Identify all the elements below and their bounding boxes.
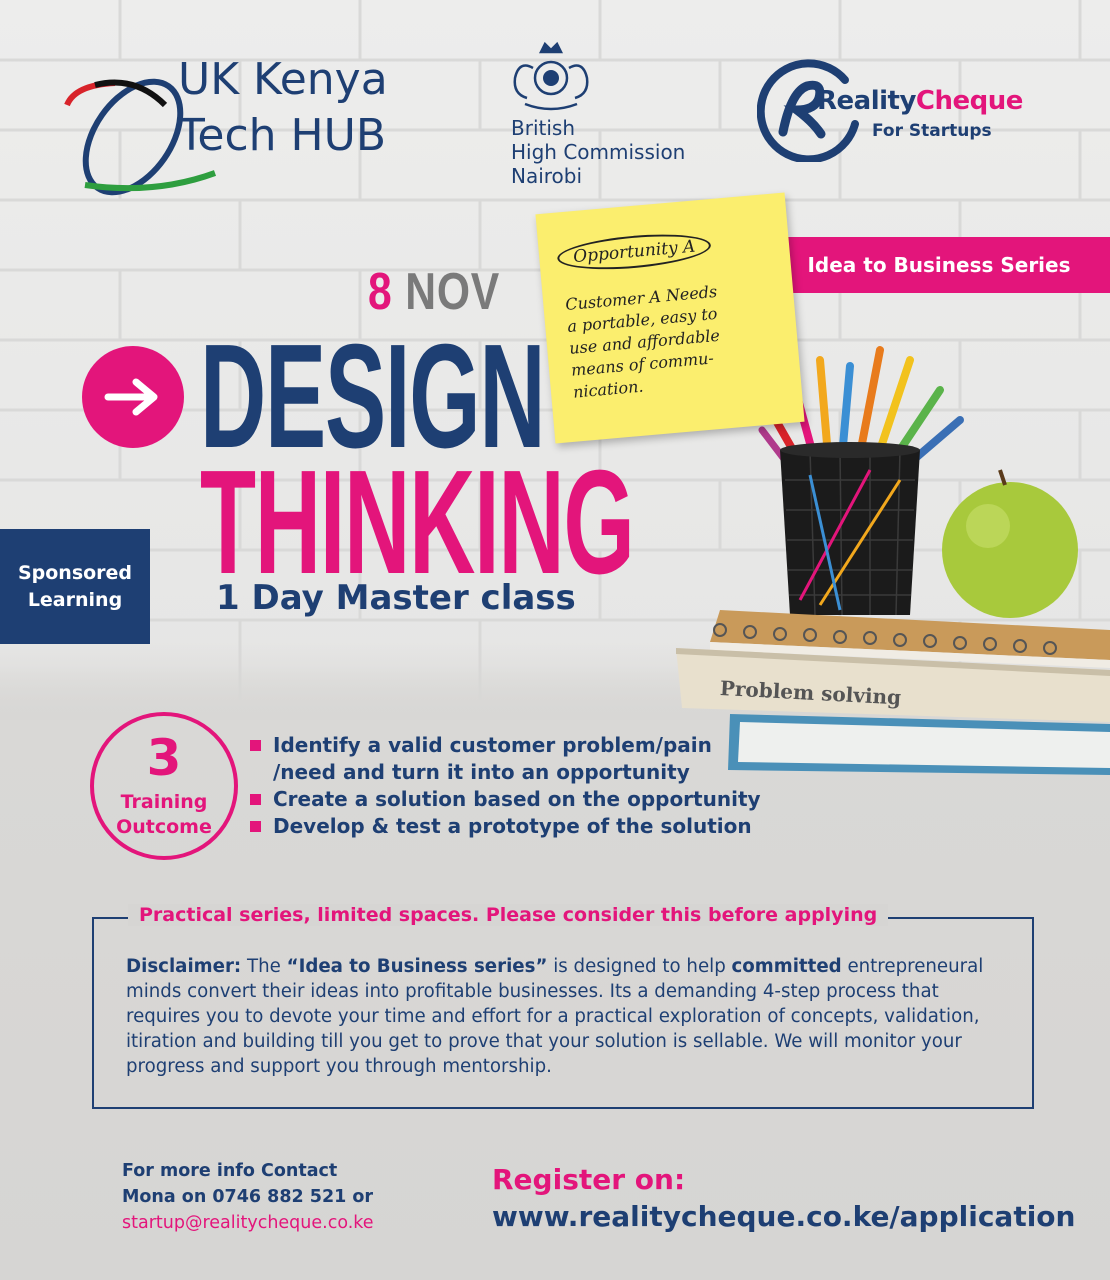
realitycheque-name-part1: Reality (817, 86, 916, 116)
event-poster: UK Kenya Tech HUB British High Commissio… (0, 0, 1110, 1280)
bullet-square-icon (250, 821, 261, 832)
sticky-note: Opportunity A Customer A Needs a portabl… (535, 192, 805, 444)
sponsored-line1: Sponsored (17, 561, 133, 584)
disclaimer-text-2: is designed to help (547, 956, 732, 977)
outcome-text: Identify a valid customer problem/pain (273, 733, 712, 757)
register-label: Register on: (492, 1163, 686, 1196)
outcome-count: 3 (146, 729, 182, 787)
event-subtitle: 1 Day Master class (216, 578, 576, 618)
disclaimer-text: Disclaimer: The “Idea to Business series… (126, 954, 1006, 1079)
realitycheque-tagline: For Startups (872, 121, 992, 141)
contact-info: For more info Contact Mona on 0746 882 5… (122, 1158, 374, 1236)
register-url-link[interactable]: www.realitycheque.co.ke/application (492, 1200, 1075, 1233)
contact-line2: Mona on 0746 882 521 or (122, 1187, 374, 1207)
bhc-line2: High Commission (511, 140, 686, 164)
realitycheque-name: RealityCheque (817, 86, 1023, 116)
title-line2: THINKING (200, 440, 635, 605)
bullet-square-icon (250, 794, 261, 805)
sticky-note-text: Customer A Needs a portable, easy to use… (565, 276, 779, 403)
list-item: Identify a valid customer problem/pain (250, 732, 761, 759)
disclaimer-label: Disclaimer: (126, 956, 242, 977)
list-item: Develop & test a prototype of the soluti… (250, 813, 761, 840)
sticky-note-tag: Opportunity A (555, 229, 713, 275)
date-day: 8 (368, 263, 393, 321)
event-date: 8 NOV (368, 262, 500, 322)
contact-line1: For more info Contact (122, 1161, 338, 1181)
disclaimer-series-name: “Idea to Business series” (286, 956, 548, 977)
bhc-line1: British (511, 116, 575, 140)
ukkenya-line1: UK Kenya (178, 54, 388, 105)
sponsored-line2: Learning (27, 588, 123, 611)
outcome-count-badge: 3 Training Outcome (90, 712, 238, 860)
royal-crest-icon (513, 41, 589, 111)
realitycheque-name-part2: Cheque (915, 86, 1023, 116)
outcome-text: Develop & test a prototype of the soluti… (273, 814, 752, 838)
disclaimer-text-1: The (241, 956, 287, 977)
outcome-list: Identify a valid customer problem/pain /… (250, 732, 761, 840)
arrow-right-icon (82, 346, 184, 448)
outcome-text: /need and turn it into an opportunity (273, 760, 690, 784)
outcome-text: Create a solution based on the opportuni… (273, 787, 761, 811)
bullet-square-icon (250, 740, 261, 751)
disclaimer-emphasis: committed (731, 956, 842, 977)
bhc-line3: Nairobi (511, 164, 583, 188)
outcome-label: Training Outcome (94, 790, 234, 840)
outcome-label-line2: Outcome (116, 816, 212, 838)
list-item-continuation: /need and turn it into an opportunity (250, 759, 761, 786)
outcome-label-line1: Training (120, 791, 208, 813)
list-item: Create a solution based on the opportuni… (250, 786, 761, 813)
ukkenya-logo-text: UK Kenya Tech HUB (178, 52, 388, 164)
series-banner: Idea to Business Series (768, 237, 1110, 293)
contact-email-link[interactable]: startup@realitycheque.co.ke (122, 1210, 374, 1236)
date-month: NOV (405, 263, 501, 321)
bhc-logo-text: British High Commission Nairobi (511, 116, 685, 188)
ukkenya-line2: Tech HUB (178, 110, 387, 161)
disclaimer-heading: Practical series, limited spaces. Please… (128, 904, 889, 926)
sponsored-badge: Sponsored Learning (0, 529, 150, 644)
